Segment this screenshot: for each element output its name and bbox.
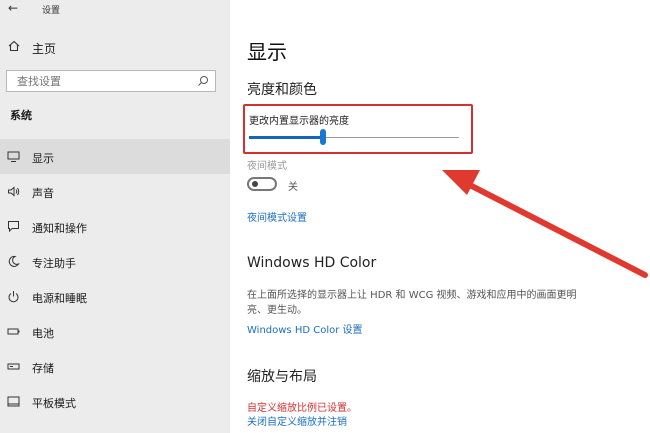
monitor-icon — [7, 151, 20, 162]
brightness-highlight-box: 更改内置显示器的亮度 — [243, 104, 473, 154]
brightness-slider[interactable] — [249, 128, 459, 148]
sidebar: ← 设置 主页 系统 显示 声音 — [0, 0, 230, 433]
slider-thumb[interactable] — [320, 129, 326, 145]
sidebar-item-storage[interactable]: 存储 — [0, 349, 230, 384]
sidebar-item-label: 声音 — [32, 187, 54, 200]
sidebar-item-label: 显示 — [32, 152, 54, 165]
section-label: 系统 — [10, 109, 32, 122]
storage-icon — [7, 363, 20, 370]
hd-color-heading: Windows HD Color — [247, 255, 377, 271]
sidebar-item-label: 电池 — [32, 327, 54, 340]
app-title: 设置 — [42, 6, 61, 16]
sidebar-item-label: 专注助手 — [32, 257, 76, 270]
sidebar-nav: 显示 声音 通知和操作 专注助手 电源和睡眠 电池 存储 平板模式 — [0, 139, 230, 419]
sidebar-item-battery[interactable]: 电池 — [0, 314, 230, 349]
sidebar-item-display[interactable]: 显示 — [0, 139, 230, 174]
hd-color-description: 在上面所选择的显示器上让 HDR 和 WCG 视频、游戏和应用中的画面更明亮、更… — [247, 290, 577, 316]
night-light-state: 关 — [288, 182, 298, 193]
sidebar-item-label: 电源和睡眠 — [32, 292, 87, 305]
back-button[interactable]: ← — [8, 1, 18, 15]
speaker-icon — [8, 186, 20, 197]
sidebar-item-label: 主页 — [32, 42, 57, 56]
search-icon[interactable] — [197, 75, 209, 87]
custom-scaling-warning: 自定义缩放比例已设置。 — [247, 403, 357, 414]
home-icon — [8, 40, 20, 52]
toggle-knob — [252, 181, 258, 187]
moon-icon — [8, 255, 20, 267]
sidebar-item-sound[interactable]: 声音 — [0, 174, 230, 209]
sidebar-item-label: 存储 — [32, 362, 54, 375]
sidebar-item-notifications[interactable]: 通知和操作 — [0, 209, 230, 244]
sidebar-item-label: 通知和操作 — [32, 222, 87, 235]
title-bar: ← 设置 — [0, 0, 230, 20]
battery-icon — [7, 328, 20, 335]
sidebar-item-home[interactable]: 主页 — [0, 36, 230, 60]
night-light-settings-link[interactable]: 夜间模式设置 — [247, 209, 307, 224]
notification-icon — [8, 221, 19, 233]
slider-track-filled — [249, 136, 323, 139]
turn-off-custom-scaling-link[interactable]: 关闭自定义缩放并注销 — [247, 413, 347, 428]
sidebar-item-focus-assist[interactable]: 专注助手 — [0, 244, 230, 279]
sidebar-item-label: 平板模式 — [32, 397, 76, 410]
slider-track-empty — [323, 137, 459, 138]
hd-color-settings-link[interactable]: Windows HD Color 设置 — [247, 321, 363, 336]
tablet-icon — [7, 396, 20, 407]
night-light-label: 夜间模式 — [247, 161, 287, 172]
sidebar-item-tablet-mode[interactable]: 平板模式 — [0, 384, 230, 419]
main-panel: 显示 亮度和颜色 更改内置显示器的亮度 夜间模式 关 夜间模式设置 Window… — [230, 0, 650, 433]
sidebar-item-power-sleep[interactable]: 电源和睡眠 — [0, 279, 230, 314]
brightness-label: 更改内置显示器的亮度 — [249, 116, 349, 127]
search-box[interactable] — [6, 70, 216, 92]
scale-layout-heading: 缩放与布局 — [247, 369, 317, 385]
night-light-toggle[interactable] — [247, 177, 277, 191]
power-icon — [8, 291, 19, 303]
search-input[interactable] — [17, 74, 197, 88]
page-title: 显示 — [247, 40, 287, 64]
brightness-section-heading: 亮度和颜色 — [247, 82, 317, 98]
